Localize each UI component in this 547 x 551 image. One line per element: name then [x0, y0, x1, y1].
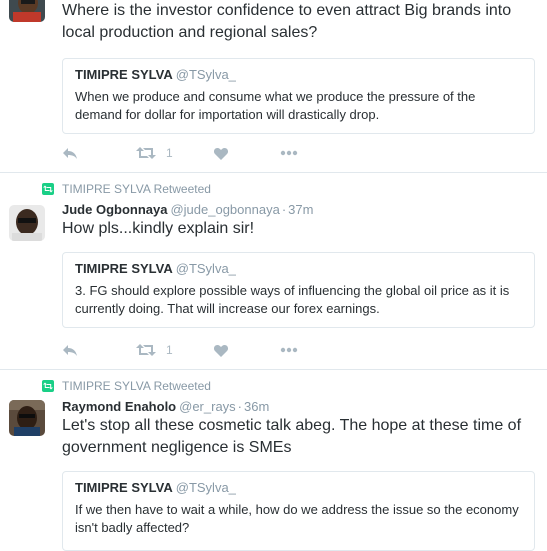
like-button[interactable] — [213, 147, 228, 160]
retweet-icon — [42, 380, 54, 392]
avatar[interactable] — [9, 205, 45, 241]
quoted-text: 3. FG should explore possible ways of in… — [75, 283, 510, 316]
like-button[interactable] — [213, 344, 228, 357]
author-name[interactable]: Jude Ogbonnaya — [62, 202, 167, 217]
quoted-text: If we then have to wait a while, how do … — [75, 502, 519, 535]
quoted-author-name: TIMIPRE SYLVA — [75, 480, 173, 495]
quoted-tweet[interactable]: TIMIPRE SYLVA @TSylva_ If we then have to… — [62, 471, 535, 551]
retweet-button[interactable]: 1 — [136, 343, 173, 357]
avatar[interactable] — [9, 0, 45, 22]
author-handle[interactable]: @er_rays — [179, 399, 236, 414]
quoted-author-handle: @TSylva_ — [175, 67, 236, 82]
quoted-author-name: TIMIPRE SYLVA — [75, 261, 173, 276]
tweet-header: Raymond Enaholo @er_rays · 36m — [62, 399, 270, 414]
more-icon — [280, 347, 297, 353]
quoted-author-handle: @TSylva_ — [175, 480, 236, 495]
quoted-tweet[interactable]: TIMIPRE SYLVA @TSylva_ When we produce an… — [62, 58, 535, 134]
timestamp[interactable]: 36m — [244, 399, 269, 414]
retweeted-by: TIMIPRE SYLVA Retweeted — [62, 379, 211, 393]
author-name[interactable]: Raymond Enaholo — [62, 399, 176, 414]
retweet-button[interactable]: 1 — [136, 146, 173, 160]
quoted-author-handle: @TSylva_ — [175, 261, 236, 276]
timestamp[interactable]: 37m — [288, 202, 313, 217]
reply-icon — [63, 148, 77, 159]
avatar[interactable] — [9, 400, 45, 436]
quoted-author-name: TIMIPRE SYLVA — [75, 67, 173, 82]
quoted-text: When we produce and consume what we prod… — [75, 89, 476, 122]
retweet-context: TIMIPRE SYLVA Retweeted — [42, 378, 211, 394]
heart-icon — [213, 344, 228, 357]
more-icon — [280, 150, 297, 156]
tweet-actions: 1 — [62, 342, 298, 358]
retweet-icon — [42, 183, 54, 195]
tweet-text: Where is the investor confidence to even… — [62, 2, 512, 41]
more-button[interactable] — [280, 347, 298, 353]
author-handle[interactable]: @jude_ogbonnaya — [170, 202, 279, 217]
reply-button[interactable] — [62, 147, 78, 159]
retweet-icon — [136, 344, 156, 356]
retweet-count: 1 — [166, 343, 173, 357]
tweet-actions: 1 — [62, 145, 298, 161]
retweet-icon — [136, 147, 156, 159]
tweet-3[interactable]: TIMIPRE SYLVA Retweeted Raymond Enaholo @… — [0, 370, 547, 551]
tweet-header: Jude Ogbonnaya @jude_ogbonnaya · 37m — [62, 202, 314, 217]
quoted-tweet[interactable]: TIMIPRE SYLVA @TSylva_ 3. FG should explo… — [62, 252, 535, 328]
retweeted-by: TIMIPRE SYLVA Retweeted — [62, 182, 211, 196]
tweet-2[interactable]: TIMIPRE SYLVA Retweeted Jude Ogbonnaya @j… — [0, 173, 547, 369]
tweet-text: Let's stop all these cosmetic talk abeg.… — [62, 417, 522, 456]
heart-icon — [213, 147, 228, 160]
tweet-text: How pls...kindly explain sir! — [62, 220, 255, 237]
retweet-count: 1 — [166, 146, 173, 160]
tweet-1[interactable]: Where is the investor confidence to even… — [0, 0, 547, 172]
more-button[interactable] — [280, 150, 298, 156]
retweet-context: TIMIPRE SYLVA Retweeted — [42, 181, 211, 197]
reply-icon — [63, 345, 77, 356]
reply-button[interactable] — [62, 344, 78, 356]
